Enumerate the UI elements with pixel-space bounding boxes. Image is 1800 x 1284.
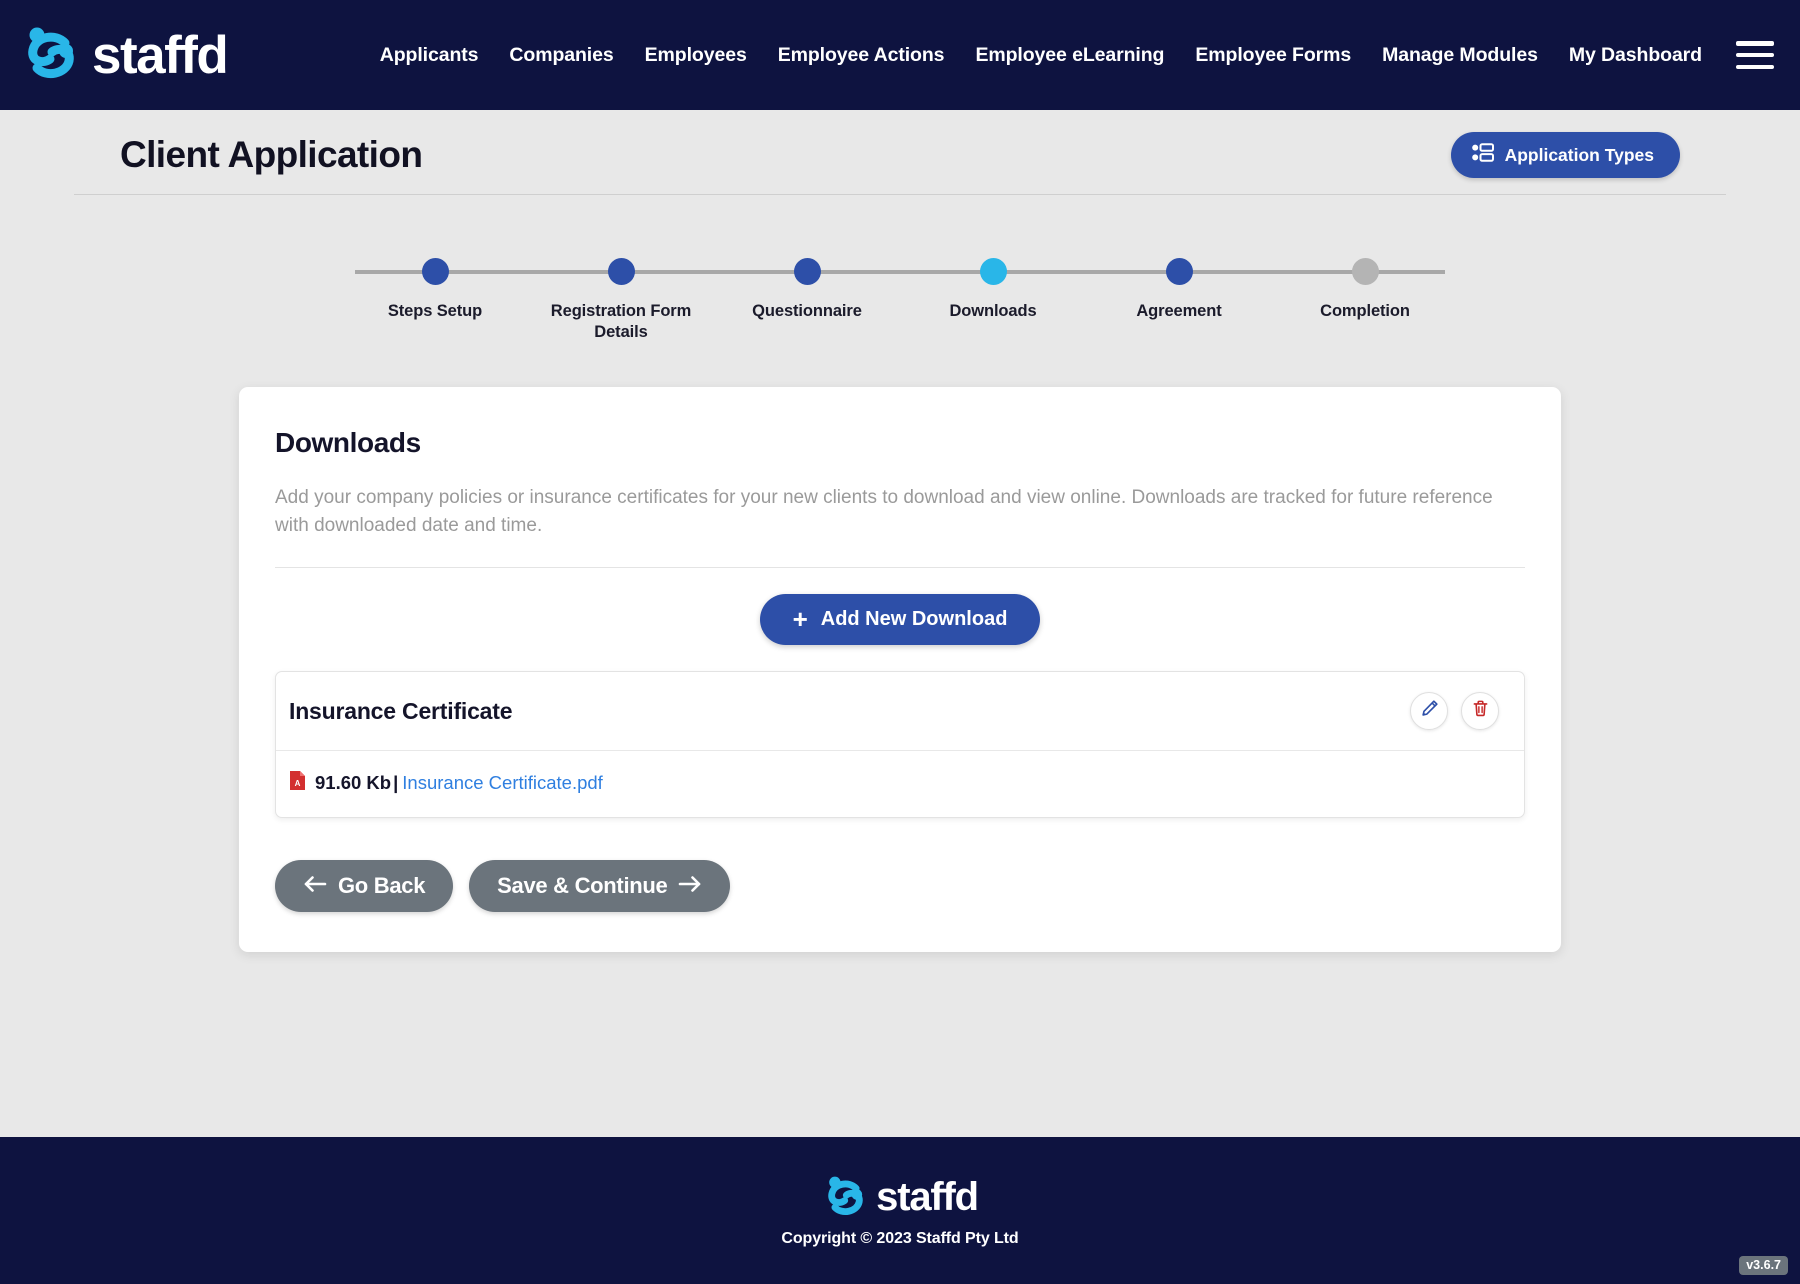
nav-links: Applicants Companies Employees Employee … <box>380 44 1702 67</box>
nav-item-employee-forms[interactable]: Employee Forms <box>1195 44 1351 67</box>
file-download-link[interactable]: Insurance Certificate.pdf <box>402 772 603 794</box>
svg-text:A: A <box>295 779 301 788</box>
nav-item-employees[interactable]: Employees <box>645 44 747 67</box>
download-item-file-row: A 91.60 Kb | Insurance Certificate.pdf <box>276 751 1524 817</box>
card-separator <box>275 567 1525 569</box>
file-separator: | <box>393 772 399 794</box>
step-dot <box>1351 258 1379 285</box>
step-label: Completion <box>1320 302 1410 320</box>
add-new-download-label: Add New Download <box>820 608 1008 631</box>
pencil-edit-icon <box>1420 699 1439 723</box>
go-back-label: Go Back <box>338 873 426 899</box>
version-badge: v3.6.7 <box>1739 1256 1788 1275</box>
brand-logo[interactable]: staffd <box>20 24 229 86</box>
step-dot <box>607 258 635 285</box>
trash-delete-icon <box>1471 699 1490 723</box>
download-item-header: Insurance Certificate <box>276 672 1524 752</box>
step-dot <box>1165 258 1193 285</box>
step-steps-setup[interactable]: Steps Setup <box>355 244 515 343</box>
footer-copyright: Copyright © 2023 Staffd Pty Ltd <box>781 1229 1019 1247</box>
download-list-item: Insurance Certificate A 91.60 Kb | Insur… <box>275 671 1525 819</box>
pdf-file-icon: A <box>289 770 306 796</box>
card-description: Add your company policies or insurance c… <box>275 486 1493 537</box>
save-continue-button[interactable]: Save & Continue <box>469 860 731 913</box>
step-questionnaire[interactable]: Questionnaire <box>727 244 887 343</box>
card-action-buttons: Go Back Save & Continue <box>275 860 1525 913</box>
staffd-swirl-logo-icon <box>822 1174 869 1221</box>
plus-icon: + <box>792 604 808 635</box>
site-footer: staffd Copyright © 2023 Staffd Pty Ltd v… <box>0 1137 1800 1284</box>
go-back-button[interactable]: Go Back <box>275 860 454 913</box>
main-content: Steps Setup Registration Form Details Qu… <box>0 200 1800 1100</box>
download-item-actions <box>1410 692 1499 731</box>
application-types-label: Application Types <box>1504 144 1654 165</box>
footer-brand-name: staffd <box>876 1175 979 1219</box>
step-label: Steps Setup <box>387 302 483 320</box>
nav-item-applicants[interactable]: Applicants <box>380 44 479 67</box>
downloads-card: Downloads Add your company policies or i… <box>239 386 1561 953</box>
step-dot <box>421 258 449 285</box>
header-divider <box>74 194 1726 195</box>
file-size-label: 91.60 Kb <box>315 772 392 794</box>
step-downloads[interactable]: Downloads <box>913 244 1073 343</box>
step-registration-form-details[interactable]: Registration Form Details <box>541 244 701 343</box>
download-item-name: Insurance Certificate <box>289 697 513 724</box>
save-continue-label: Save & Continue <box>497 873 668 899</box>
step-completion[interactable]: Completion <box>1285 244 1445 343</box>
nav-item-manage-modules[interactable]: Manage Modules <box>1382 44 1538 67</box>
arrow-left-icon <box>303 873 327 899</box>
step-dot <box>979 258 1007 285</box>
step-label: Downloads <box>949 302 1037 320</box>
page-header: Client Application Application Types <box>0 110 1800 200</box>
nav-item-employee-elearning[interactable]: Employee eLearning <box>975 44 1164 67</box>
step-dot <box>793 258 821 285</box>
card-title: Downloads <box>275 426 421 458</box>
edit-download-button[interactable] <box>1410 692 1448 731</box>
step-agreement[interactable]: Agreement <box>1099 244 1259 343</box>
step-label: Registration Form Details <box>550 302 692 341</box>
nav-item-companies[interactable]: Companies <box>509 44 613 67</box>
staffd-swirl-logo-icon <box>20 24 82 86</box>
stepper-track <box>355 270 1445 274</box>
delete-download-button[interactable] <box>1461 692 1499 731</box>
arrow-right-icon <box>678 873 702 899</box>
list-people-icon <box>1471 143 1494 167</box>
brand-name: staffd <box>92 25 229 85</box>
step-label: Agreement <box>1136 302 1222 320</box>
add-new-download-button[interactable]: + Add New Download <box>759 594 1041 646</box>
step-label: Questionnaire <box>752 302 862 320</box>
nav-item-my-dashboard[interactable]: My Dashboard <box>1569 44 1702 67</box>
application-types-button[interactable]: Application Types <box>1450 132 1680 178</box>
progress-stepper: Steps Setup Registration Form Details Qu… <box>0 200 1800 343</box>
top-navigation-bar: staffd Applicants Companies Employees Em… <box>0 0 1800 110</box>
nav-item-employee-actions[interactable]: Employee Actions <box>778 44 945 67</box>
footer-brand-logo: staffd <box>822 1174 979 1221</box>
hamburger-menu-icon[interactable] <box>1736 41 1774 69</box>
page-title: Client Application <box>120 134 423 175</box>
